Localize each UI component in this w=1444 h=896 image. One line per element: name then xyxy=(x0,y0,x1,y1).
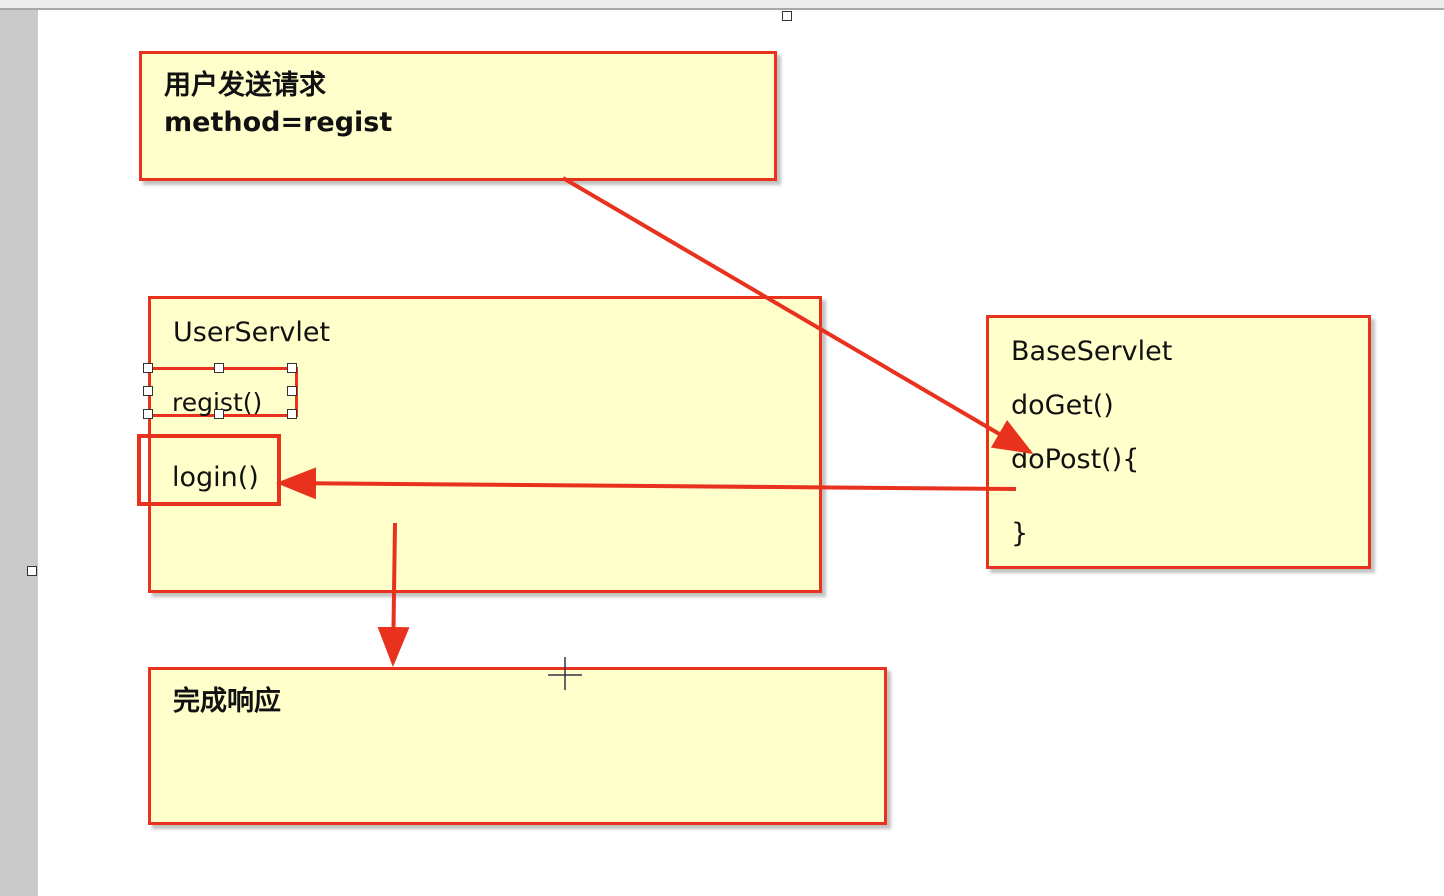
arrow-userservlet-to-response xyxy=(377,522,410,667)
arrows-layer xyxy=(276,176,1034,690)
arrow-dopost-to-login xyxy=(276,467,1017,500)
arrow-request-to-dopost xyxy=(561,176,1034,455)
crosshair-cursor-icon xyxy=(548,657,582,690)
